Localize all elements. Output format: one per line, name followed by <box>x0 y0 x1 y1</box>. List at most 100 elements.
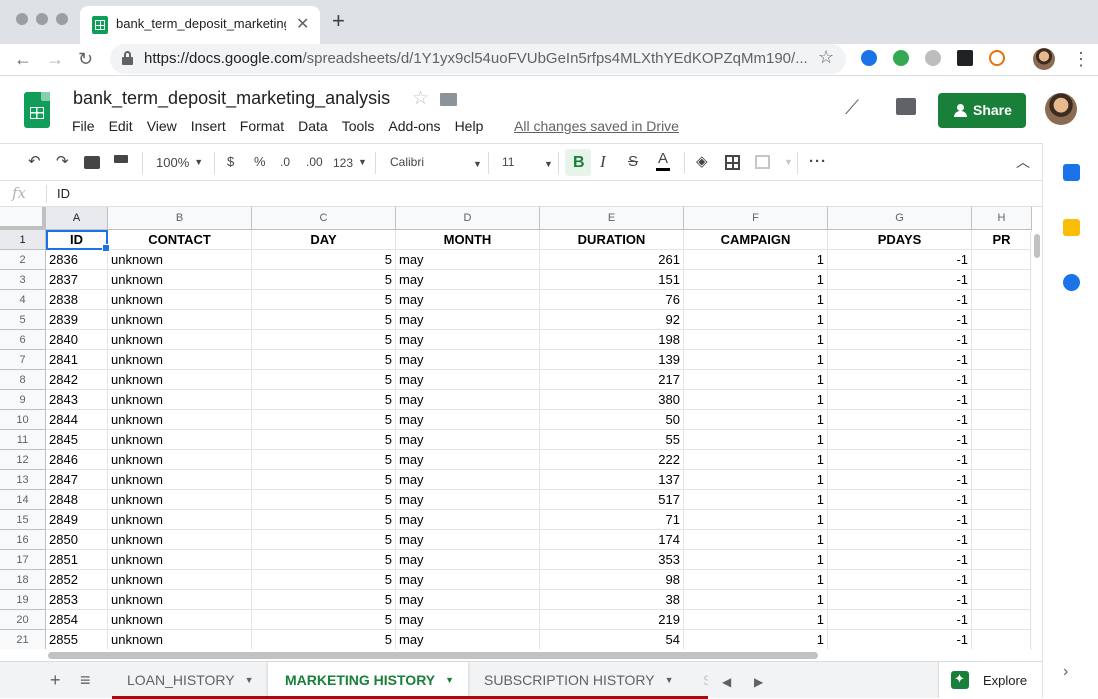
close-window-button[interactable] <box>16 13 28 25</box>
table-cell[interactable]: unknown <box>108 430 252 450</box>
table-cell[interactable] <box>972 290 1032 310</box>
table-cell[interactable]: -1 <box>828 550 972 570</box>
table-cell[interactable]: unknown <box>108 630 252 649</box>
bookmark-star-icon[interactable]: ☆ <box>818 47 834 68</box>
table-cell[interactable] <box>972 250 1032 270</box>
table-cell[interactable]: 1 <box>684 370 828 390</box>
italic-button[interactable]: I <box>600 153 606 171</box>
table-cell[interactable]: -1 <box>828 430 972 450</box>
vertical-scrollbar[interactable] <box>1030 232 1042 648</box>
currency-format-button[interactable]: $ <box>227 153 234 171</box>
increase-decimal-button[interactable]: .00 <box>306 153 323 171</box>
menu-edit[interactable]: Edit <box>109 118 133 134</box>
row-header-16[interactable]: 16 <box>0 530 46 550</box>
table-cell[interactable] <box>972 610 1032 630</box>
row-header-12[interactable]: 12 <box>0 450 46 470</box>
table-cell[interactable]: 5 <box>252 530 396 550</box>
table-cell[interactable]: 5 <box>252 270 396 290</box>
table-cell[interactable]: 261 <box>540 250 684 270</box>
horizontal-scroll-thumb[interactable] <box>48 652 818 659</box>
extension-circle-icon[interactable] <box>925 50 941 66</box>
table-cell[interactable]: 2838 <box>46 290 108 310</box>
table-cell[interactable]: -1 <box>828 530 972 550</box>
paint-format-icon[interactable] <box>114 155 128 163</box>
table-cell[interactable]: may <box>396 330 540 350</box>
row-header-1[interactable]: 1 <box>0 230 46 250</box>
table-cell[interactable] <box>972 330 1032 350</box>
header-cell[interactable]: DAY <box>252 230 396 250</box>
table-cell[interactable]: 5 <box>252 450 396 470</box>
table-cell[interactable]: may <box>396 310 540 330</box>
table-cell[interactable]: 2843 <box>46 390 108 410</box>
merge-cells-icon[interactable] <box>755 155 770 169</box>
vertical-scroll-thumb[interactable] <box>1034 234 1040 258</box>
column-header-h[interactable]: H <box>972 207 1032 230</box>
expand-panel-icon[interactable]: › <box>1063 663 1080 680</box>
table-cell[interactable]: 2844 <box>46 410 108 430</box>
decrease-decimal-button[interactable]: .0 <box>280 153 290 171</box>
table-cell[interactable]: 5 <box>252 590 396 610</box>
table-cell[interactable]: 2854 <box>46 610 108 630</box>
table-cell[interactable]: 1 <box>684 450 828 470</box>
table-cell[interactable]: unknown <box>108 370 252 390</box>
merge-dropdown-icon[interactable]: ▼ <box>784 157 793 167</box>
table-cell[interactable] <box>972 350 1032 370</box>
table-cell[interactable]: -1 <box>828 310 972 330</box>
forward-icon[interactable]: → <box>46 48 64 70</box>
close-tab-icon[interactable]: ✕ <box>296 14 309 34</box>
calendar-icon[interactable] <box>1063 164 1080 181</box>
row-header-4[interactable]: 4 <box>0 290 46 310</box>
table-cell[interactable]: unknown <box>108 610 252 630</box>
table-cell[interactable] <box>972 590 1032 610</box>
table-cell[interactable]: unknown <box>108 490 252 510</box>
folder-icon[interactable] <box>440 93 457 106</box>
table-cell[interactable]: 151 <box>540 270 684 290</box>
table-cell[interactable]: 1 <box>684 470 828 490</box>
table-cell[interactable]: 1 <box>684 250 828 270</box>
more-formats-select[interactable]: 123 ▼ <box>333 153 367 172</box>
table-cell[interactable] <box>972 450 1032 470</box>
table-cell[interactable] <box>972 510 1032 530</box>
table-cell[interactable]: unknown <box>108 250 252 270</box>
table-cell[interactable]: 1 <box>684 310 828 330</box>
sheet-tab-marketing-history[interactable]: MARKETING HISTORY ▼ <box>268 662 468 699</box>
formula-input[interactable]: ID <box>57 186 70 201</box>
table-cell[interactable]: -1 <box>828 350 972 370</box>
maximize-window-button[interactable] <box>56 13 68 25</box>
header-cell[interactable]: PDAYS <box>828 230 972 250</box>
more-options-icon[interactable]: ··· <box>809 153 827 171</box>
minimize-window-button[interactable] <box>36 13 48 25</box>
row-header-14[interactable]: 14 <box>0 490 46 510</box>
column-header-f[interactable]: F <box>684 207 828 230</box>
keep-icon[interactable] <box>1063 219 1080 236</box>
table-cell[interactable]: may <box>396 370 540 390</box>
table-cell[interactable]: 2855 <box>46 630 108 649</box>
table-cell[interactable]: unknown <box>108 390 252 410</box>
table-cell[interactable]: 5 <box>252 310 396 330</box>
document-title[interactable]: bank_term_deposit_marketing_analysis <box>73 88 390 109</box>
table-cell[interactable]: 1 <box>684 330 828 350</box>
browser-profile-avatar[interactable] <box>1033 48 1055 70</box>
extension-layers-icon[interactable] <box>957 50 973 66</box>
table-cell[interactable]: unknown <box>108 270 252 290</box>
table-cell[interactable]: -1 <box>828 410 972 430</box>
table-cell[interactable]: 1 <box>684 290 828 310</box>
table-cell[interactable]: 1 <box>684 630 828 649</box>
extension-grammarly-icon[interactable] <box>893 50 909 66</box>
header-cell[interactable]: MONTH <box>396 230 540 250</box>
menu-data[interactable]: Data <box>298 118 328 134</box>
table-cell[interactable] <box>972 530 1032 550</box>
table-cell[interactable] <box>972 570 1032 590</box>
row-header-10[interactable]: 10 <box>0 410 46 430</box>
horizontal-scrollbar[interactable] <box>46 649 1042 661</box>
table-cell[interactable]: 1 <box>684 550 828 570</box>
table-cell[interactable]: 5 <box>252 630 396 649</box>
table-cell[interactable]: may <box>396 590 540 610</box>
table-cell[interactable]: 222 <box>540 450 684 470</box>
table-cell[interactable]: unknown <box>108 590 252 610</box>
sheet-tab-partial[interactable]: S <box>686 662 708 699</box>
select-all-corner[interactable] <box>0 207 46 230</box>
table-cell[interactable]: 5 <box>252 350 396 370</box>
table-cell[interactable]: 5 <box>252 430 396 450</box>
new-tab-icon[interactable]: + <box>332 10 345 32</box>
